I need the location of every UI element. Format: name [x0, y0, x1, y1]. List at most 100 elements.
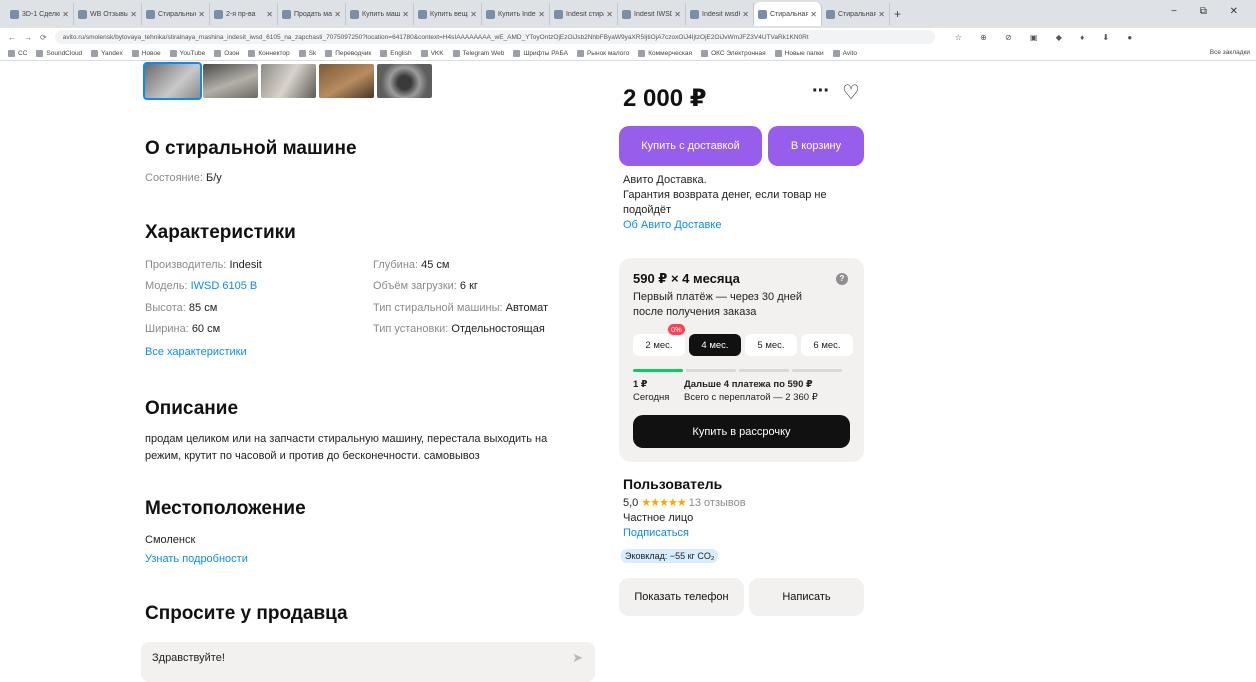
bookmark-icon — [513, 49, 521, 57]
window-controls[interactable]: − ⧉ ✕ — [1171, 6, 1248, 17]
browser-tab[interactable]: Купить машину✕ — [346, 3, 414, 25]
close-tab-icon[interactable]: ✕ — [334, 10, 341, 19]
close-tab-icon[interactable]: ✕ — [878, 10, 885, 19]
close-tab-icon[interactable]: ✕ — [538, 10, 545, 19]
browser-tab[interactable]: Indesit стирал✕ — [550, 3, 618, 25]
bookmark-item[interactable]: Шрифты РАБА — [513, 49, 568, 57]
message-input[interactable]: Здравствуйте! ➤ — [141, 642, 595, 682]
bookmark-item[interactable]: English — [380, 49, 412, 57]
bookmark-label: SoundCloud — [46, 49, 83, 57]
write-message-button[interactable]: Написать — [749, 578, 864, 616]
bookmark-icon — [131, 49, 139, 57]
bookmark-item[interactable]: SoundCloud — [36, 49, 83, 57]
term-option[interactable]: 4 мес. — [689, 334, 741, 356]
help-icon[interactable]: ? — [836, 273, 848, 285]
more-options-icon[interactable]: ··· — [812, 80, 830, 103]
bookmark-item[interactable]: YouTube — [169, 49, 205, 57]
bookmark-item[interactable]: Telegram Web — [452, 49, 504, 57]
show-phone-button[interactable]: Показать телефон — [619, 578, 744, 616]
extension-icons[interactable]: ☆ ⊕ ⊘ ▣ ◆ ♦ ⬇ ● — [955, 33, 1140, 42]
browser-tab[interactable]: Купить Indesit✕ — [482, 3, 550, 25]
tab-favicon — [418, 9, 427, 19]
bookmark-label: Новое — [141, 49, 161, 57]
browser-tab[interactable]: 3D-1 Сделки ✕ — [6, 3, 74, 25]
term-option[interactable]: 2 мес. — [633, 334, 685, 356]
tab-favicon — [758, 9, 767, 19]
about-delivery-link[interactable]: Об Авито Доставке — [623, 218, 843, 233]
specs-title: Характеристики — [145, 222, 296, 243]
close-tab-icon[interactable]: ✕ — [130, 10, 137, 19]
spec-label: Производитель: — [145, 259, 227, 271]
installment-subtitle: Первый платёж — через 30 дней после полу… — [633, 291, 802, 318]
tab-favicon — [350, 9, 359, 19]
browser-tab[interactable]: 2-я пр-ва ✕ — [210, 3, 278, 25]
term-option[interactable]: 6 мес. — [801, 334, 853, 356]
bookmark-item[interactable]: Новое — [131, 49, 161, 57]
bookmark-item[interactable]: Переводчик — [325, 49, 371, 57]
bookmark-item[interactable]: Коммерческая — [638, 49, 692, 57]
progress-segment — [739, 369, 789, 372]
bookmark-item[interactable]: Avito — [832, 49, 857, 57]
all-specs-link[interactable]: Все характеристики — [145, 346, 247, 358]
close-tab-icon[interactable]: ✕ — [742, 10, 749, 19]
close-tab-icon[interactable]: ✕ — [62, 10, 69, 19]
term-option[interactable]: 5 мес. — [745, 334, 797, 356]
seller-type: Частное лицо — [623, 512, 694, 524]
tab-favicon — [486, 9, 495, 19]
spec-row: Высота: 85 см — [145, 302, 217, 314]
reload-icon[interactable]: ⟳ — [40, 33, 47, 42]
bookmark-icon — [420, 49, 428, 57]
photo-thumb[interactable] — [319, 64, 374, 98]
back-icon[interactable]: ← — [8, 33, 16, 42]
reviews-link[interactable]: 13 отзывов — [689, 497, 746, 509]
buy-installment-button[interactable]: Купить в рассрочку — [633, 415, 850, 448]
subscribe-link[interactable]: Подписаться — [623, 527, 689, 539]
close-tab-icon[interactable]: ✕ — [470, 10, 477, 19]
progress-segment — [792, 369, 842, 372]
close-tab-icon[interactable]: ✕ — [266, 10, 273, 19]
browser-tab[interactable]: Indesit iwsd6105✕ — [686, 3, 754, 25]
spec-value[interactable]: IWSD 6105 B — [191, 280, 258, 292]
forward-icon[interactable]: → — [24, 33, 32, 42]
browser-tab[interactable]: Купить вещи ✕ — [414, 3, 482, 25]
close-tab-icon[interactable]: ✕ — [674, 10, 681, 19]
bookmark-icon — [169, 49, 177, 57]
bookmark-icon — [214, 49, 222, 57]
close-tab-icon[interactable]: ✕ — [198, 10, 205, 19]
bookmark-item[interactable]: Коннектор — [248, 49, 290, 57]
browser-tab[interactable]: WB Отзывы ✕ — [74, 3, 142, 25]
bookmark-item[interactable]: CC — [8, 49, 27, 57]
bookmark-item[interactable]: VKK — [420, 49, 444, 57]
close-tab-icon[interactable]: ✕ — [810, 10, 817, 19]
location-details-link[interactable]: Узнать подробности — [145, 553, 248, 565]
bookmark-label: Коннектор — [258, 49, 290, 57]
bookmark-item[interactable]: Sk — [298, 49, 316, 57]
send-icon[interactable]: ➤ — [572, 650, 583, 666]
photo-thumb[interactable] — [377, 64, 432, 98]
bookmark-item[interactable]: Рынок малого — [576, 49, 629, 57]
seller-name[interactable]: Пользователь — [623, 476, 722, 492]
favorite-heart-icon[interactable]: ♡ — [842, 80, 860, 105]
close-tab-icon[interactable]: ✕ — [402, 10, 409, 19]
photo-thumb[interactable] — [143, 62, 202, 100]
address-bar[interactable]: avito.ru/smolensk/bytovaya_tehnika/stira… — [54, 30, 935, 44]
photo-thumb[interactable] — [203, 64, 258, 98]
total-overpayment: Всего с переплатой — 2 360 ₽ — [684, 392, 818, 403]
browser-tab[interactable]: Indesit IWSD 6105✕ — [618, 3, 686, 25]
bookmark-item[interactable]: Озон — [214, 49, 239, 57]
tab-list: 3D-1 Сделки✕WB Отзывы✕Стиральные м✕2-я п… — [6, 2, 890, 26]
all-bookmarks[interactable]: Все закладки — [1210, 49, 1250, 56]
close-tab-icon[interactable]: ✕ — [606, 10, 613, 19]
photo-thumb[interactable] — [261, 64, 316, 98]
bookmark-item[interactable]: ОКС Электронная — [701, 49, 766, 57]
browser-tab[interactable]: Стиральные м✕ — [142, 3, 210, 25]
browser-tab[interactable]: Стиральная маши✕ — [822, 3, 890, 25]
buy-with-delivery-button[interactable]: Купить с доставкой — [619, 126, 762, 166]
browser-tab[interactable]: Продать машину✕ — [278, 3, 346, 25]
bookmark-item[interactable]: Yandex — [91, 49, 123, 57]
bookmark-item[interactable]: Новые папки — [774, 49, 824, 57]
add-to-cart-button[interactable]: В корзину — [768, 126, 864, 166]
browser-tab[interactable]: Стиральная маши✕ — [754, 2, 822, 26]
tab-label: Стиральная маши — [770, 10, 809, 18]
new-tab-button[interactable]: + — [894, 7, 901, 21]
